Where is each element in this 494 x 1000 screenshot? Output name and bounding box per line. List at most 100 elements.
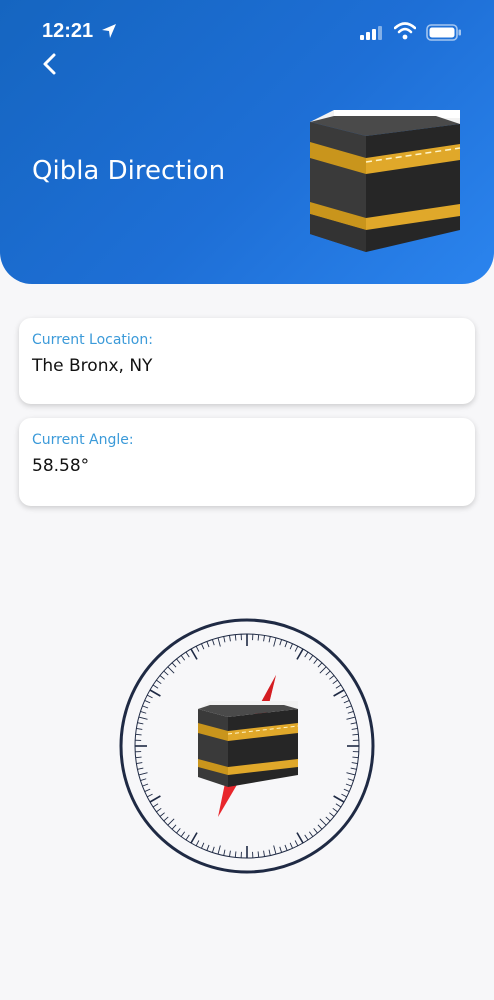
compass-tick bbox=[180, 655, 186, 661]
compass-tick bbox=[156, 807, 162, 813]
compass-tick bbox=[152, 684, 159, 689]
compass-tick bbox=[313, 658, 318, 664]
compass-tick bbox=[347, 710, 354, 714]
compass-tick bbox=[136, 762, 143, 764]
compass-tick bbox=[343, 700, 350, 704]
compass-tick bbox=[201, 643, 205, 650]
compass-tick bbox=[195, 840, 200, 846]
compass-tick bbox=[351, 762, 358, 764]
compass-tick bbox=[206, 641, 210, 648]
compass-tick bbox=[144, 788, 151, 792]
compass-tick bbox=[156, 679, 162, 685]
status-bar: 12:21 bbox=[0, 0, 494, 60]
compass-tick bbox=[206, 844, 210, 851]
compass-tick bbox=[308, 655, 314, 661]
compass-tick bbox=[167, 818, 175, 826]
compass-tick bbox=[223, 636, 226, 643]
compass-tick bbox=[180, 831, 186, 837]
compass-tick bbox=[294, 646, 299, 652]
compass-tick bbox=[201, 842, 205, 849]
kaaba-icon bbox=[310, 110, 461, 252]
compass-tick bbox=[136, 728, 143, 730]
compass-tick bbox=[352, 733, 359, 736]
compass-tick bbox=[140, 710, 147, 714]
compass-tick bbox=[333, 689, 345, 697]
compass-tick bbox=[294, 840, 299, 846]
compass-kaaba-icon bbox=[198, 701, 299, 787]
compass-tick bbox=[217, 845, 221, 855]
compass-tick bbox=[289, 643, 293, 650]
compass-tick bbox=[144, 700, 151, 704]
compass-tick bbox=[149, 795, 161, 803]
compass-tick bbox=[135, 733, 142, 736]
compass-tick bbox=[138, 716, 148, 720]
compass-tick bbox=[140, 778, 147, 782]
location-label: Current Location: bbox=[32, 332, 153, 348]
compass-tick bbox=[279, 639, 283, 646]
header: 12:21 Qibla Direction bbox=[0, 0, 494, 284]
compass-tick bbox=[176, 658, 181, 664]
compass-tick bbox=[229, 635, 231, 642]
compass-tick bbox=[341, 694, 347, 699]
compass-tick bbox=[317, 662, 323, 668]
location-arrow-icon bbox=[102, 24, 116, 38]
compass-tick bbox=[195, 646, 200, 652]
back-button[interactable] bbox=[36, 50, 64, 78]
compass-tick bbox=[308, 831, 314, 837]
compass-tick bbox=[263, 635, 265, 642]
compass-tick bbox=[149, 689, 161, 697]
compass-tick bbox=[346, 716, 356, 720]
compass-tick bbox=[171, 824, 177, 830]
compass-tick bbox=[171, 662, 177, 668]
compass-tick bbox=[163, 816, 169, 822]
compass-tick bbox=[223, 849, 226, 856]
compass-tick bbox=[313, 828, 318, 834]
compass-tick bbox=[185, 834, 190, 841]
compass-tick bbox=[211, 846, 215, 853]
angle-card: Current Angle: 58.58° bbox=[19, 418, 475, 506]
compass-tick bbox=[142, 705, 149, 709]
compass-tick bbox=[217, 637, 221, 647]
compass-tick bbox=[211, 639, 215, 646]
compass-tick bbox=[341, 793, 347, 798]
angle-value: 58.58° bbox=[32, 456, 90, 476]
compass-tick bbox=[152, 803, 159, 808]
compass-tick bbox=[304, 834, 309, 841]
compass-tick bbox=[284, 641, 288, 648]
compass-tick bbox=[137, 722, 144, 725]
angle-label: Current Angle: bbox=[32, 432, 134, 448]
compass-tick bbox=[138, 772, 148, 776]
compass-tick bbox=[167, 666, 175, 674]
wifi-icon bbox=[394, 22, 416, 40]
compass-tick bbox=[332, 807, 338, 813]
compass-tick bbox=[263, 850, 265, 857]
compass-tick bbox=[279, 846, 283, 853]
compass-tick bbox=[351, 728, 358, 730]
compass-tick bbox=[343, 788, 350, 792]
compass-tick bbox=[273, 845, 277, 855]
signal-icon bbox=[360, 26, 382, 40]
compass-tick bbox=[325, 816, 331, 822]
compass-tick bbox=[350, 722, 357, 725]
compass-tick bbox=[325, 670, 331, 676]
compass-tick bbox=[304, 651, 309, 658]
compass-tick bbox=[147, 793, 153, 798]
compass-tick bbox=[234, 851, 237, 858]
page-title: Qibla Direction bbox=[32, 156, 226, 186]
compass-tick bbox=[190, 832, 198, 844]
compass-tick bbox=[347, 778, 354, 782]
compass-tick bbox=[185, 651, 190, 658]
status-time: 12:21 bbox=[42, 20, 94, 42]
location-value: The Bronx, NY bbox=[32, 356, 153, 376]
battery-icon bbox=[426, 24, 461, 41]
compass-tick bbox=[329, 675, 335, 680]
compass-tick bbox=[296, 648, 304, 660]
compass-tick bbox=[346, 772, 356, 776]
compass-tick bbox=[257, 851, 260, 858]
compass-tick bbox=[350, 767, 357, 770]
compass-tick bbox=[345, 705, 352, 709]
compass-tick bbox=[147, 694, 153, 699]
compass-tick bbox=[319, 666, 327, 674]
compass-tick bbox=[163, 670, 169, 676]
compass-tick bbox=[159, 675, 165, 680]
